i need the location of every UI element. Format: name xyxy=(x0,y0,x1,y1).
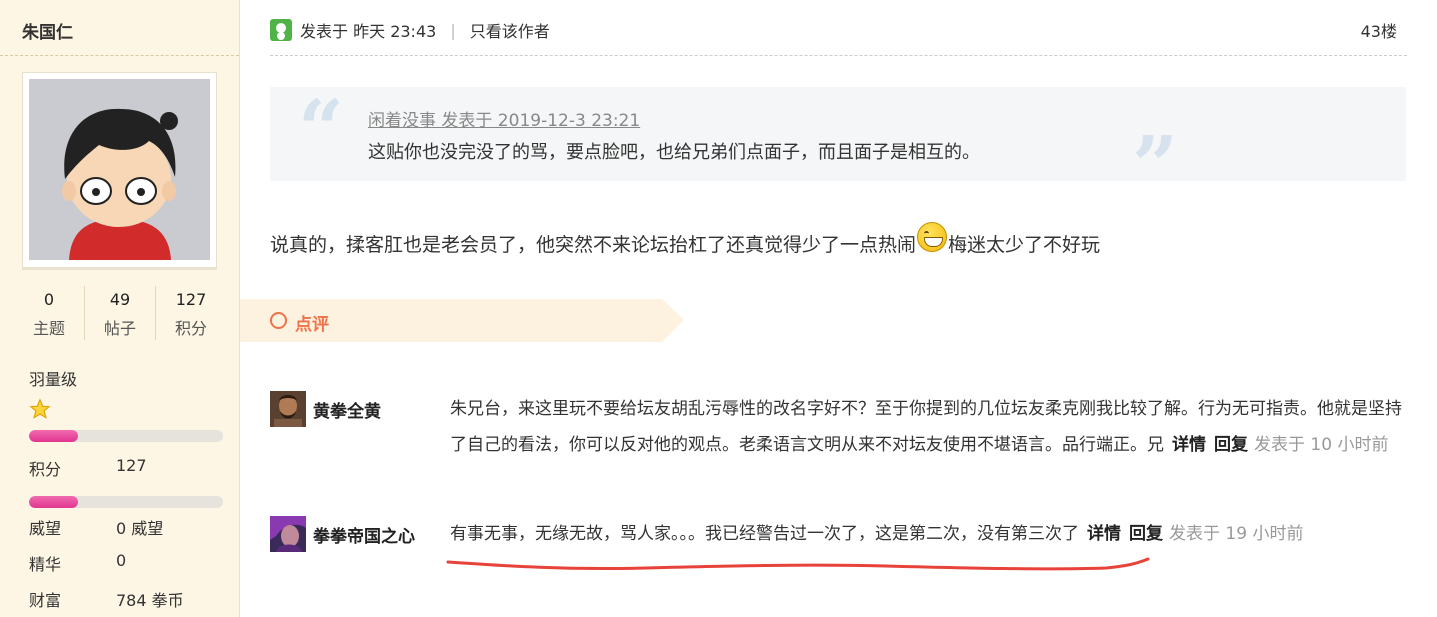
reply-link[interactable]: 回复 xyxy=(1214,435,1248,455)
floor-number[interactable]: 43楼 xyxy=(1361,18,1397,42)
detail-link[interactable]: 详情 xyxy=(1087,524,1121,544)
progress-fill xyxy=(29,430,78,442)
user-level: 羽量级 xyxy=(29,370,78,389)
only-author-link[interactable]: 只看该作者 xyxy=(470,18,550,42)
row-value: 784 拳币 xyxy=(116,591,184,610)
user-stats: 0 主题 49 帖子 127 积分 xyxy=(14,286,226,340)
progress-fill xyxy=(29,496,78,508)
stat-label: 主题 xyxy=(32,319,65,338)
post-header: 发表于 昨天 23:43 | 只看该作者 xyxy=(270,18,550,42)
avatar[interactable] xyxy=(270,516,306,552)
star-icon xyxy=(29,398,51,419)
comment-username[interactable]: 拳拳帝国之心 xyxy=(313,522,415,547)
grin-emoji-icon xyxy=(917,222,948,252)
comments-header: 点评 xyxy=(240,299,684,342)
stat-label: 积分 xyxy=(174,319,207,338)
comment-ring-icon xyxy=(270,312,287,329)
comment-body: 有事无事，无缘无故，骂人家。。。我已经警告过一次了，这是第二次，没有第三次了 详情… xyxy=(450,516,1408,552)
red-underline-annotation xyxy=(446,557,1150,571)
detail-link[interactable]: 详情 xyxy=(1172,435,1206,455)
open-quote-icon: “ xyxy=(298,82,345,176)
quote-block: “ 闲着没事 发表于 2019-12-3 23:21 这贴你也没完没了的骂，要点… xyxy=(270,82,1406,205)
comment-body: 朱兄台，来这里玩不要给坛友胡乱污辱性的改名字好不？至于你提到的几位坛友柔克刚我比… xyxy=(450,391,1408,463)
comment-item: 拳拳帝国之心 有事无事，无缘无故，骂人家。。。我已经警告过一次了，这是第二次，没… xyxy=(270,516,1410,556)
comment-item: 黄拳全黄 朱兄台，来这里玩不要给坛友胡乱污辱性的改名字好不？至于你提到的几位坛友… xyxy=(270,391,1410,501)
online-user-icon xyxy=(270,19,292,41)
comment-time: 发表于 19 小时前 xyxy=(1169,524,1304,544)
comments-label: 点评 xyxy=(295,315,329,335)
avatar[interactable] xyxy=(22,72,217,268)
posted-label: 发表于 xyxy=(300,22,349,41)
sidebar-divider xyxy=(0,55,239,56)
avatar-image xyxy=(29,79,210,260)
header-divider: | xyxy=(450,20,456,40)
reply-link[interactable]: 回复 xyxy=(1129,524,1163,544)
post-content: 说真的，揉客肛也是老会员了，他突然不来论坛抬杠了还真觉得少了一点热闹 梅迷太少了… xyxy=(270,222,1101,258)
comment-username[interactable]: 黄拳全黄 xyxy=(313,397,381,422)
row-label: 财富 xyxy=(29,591,62,610)
stat-value: 0 xyxy=(43,290,55,309)
close-quote-icon: ” xyxy=(1132,118,1179,212)
comment-text: 有事无事，无缘无故，骂人家。。。我已经警告过一次了，这是第二次，没有第三次了 xyxy=(450,524,1079,544)
row-label: 积分 xyxy=(29,460,62,479)
points-progress-bar xyxy=(29,430,223,442)
quote-source-link[interactable]: 闲着没事 发表于 2019-12-3 23:21 xyxy=(368,106,640,131)
row-value: 0 xyxy=(116,551,127,570)
user-sidebar: 朱国仁 0 主题 49 帖子 127 积分 羽量级 积分 127 威望 0 威望… xyxy=(0,0,240,617)
comment-time: 发表于 10 小时前 xyxy=(1254,435,1389,455)
post-main: 发表于 昨天 23:43 | 只看该作者 43楼 “ 闲着没事 发表于 2019… xyxy=(240,0,1437,617)
digest-row: 精华 0 xyxy=(29,551,126,575)
stat-points[interactable]: 127 积分 xyxy=(155,286,226,340)
wealth-row: 财富 784 拳币 xyxy=(29,587,184,611)
row-value: 127 xyxy=(116,456,147,475)
stat-posts[interactable]: 49 帖子 xyxy=(84,286,155,340)
points-row: 积分 127 xyxy=(29,456,147,480)
posted-time: 昨天 23:43 xyxy=(353,22,437,41)
row-label: 精华 xyxy=(29,555,62,574)
stat-value: 49 xyxy=(109,290,131,309)
header-divider-line xyxy=(270,55,1407,56)
username[interactable]: 朱国仁 xyxy=(22,18,73,43)
stat-threads[interactable]: 0 主题 xyxy=(14,286,84,340)
prestige-row: 威望 0 威望 xyxy=(29,515,163,539)
quote-text: 这贴你也没完没了的骂，要点脸吧，也给兄弟们点面子，而且面子是相互的。 xyxy=(368,142,980,163)
stat-value: 127 xyxy=(175,290,207,309)
content-text-tail: 梅迷太少了不好玩 xyxy=(948,233,1101,256)
content-text: 说真的，揉客肛也是老会员了，他突然不来论坛抬杠了还真觉得少了一点热闹 xyxy=(270,233,917,256)
row-value: 0 威望 xyxy=(116,519,164,538)
stat-label: 帖子 xyxy=(103,319,136,338)
row-label: 威望 xyxy=(29,519,62,538)
prestige-progress-bar xyxy=(29,496,223,508)
avatar[interactable] xyxy=(270,391,306,427)
